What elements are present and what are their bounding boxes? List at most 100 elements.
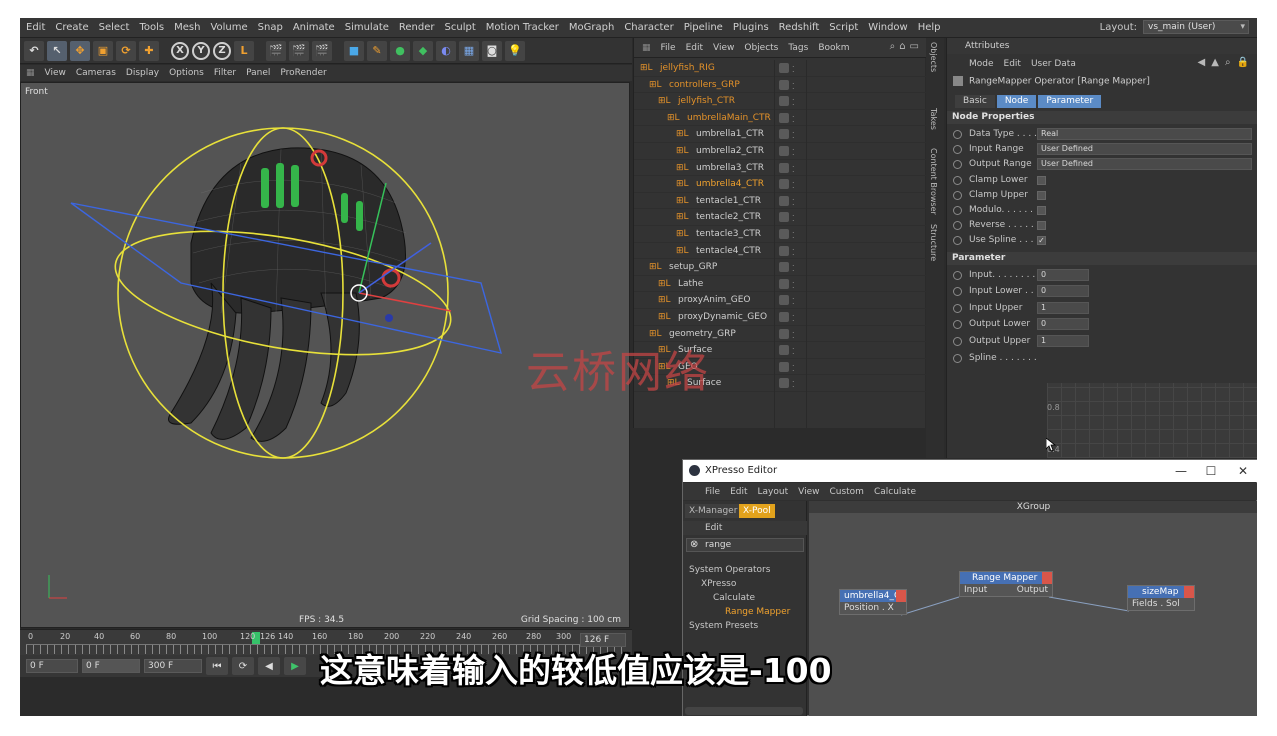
viewport-menu-display[interactable]: Display [126,68,159,78]
object-name[interactable]: jellyfish_RIG [660,60,715,77]
layer-toggle-icon[interactable] [779,245,789,256]
parameter-number-field[interactable]: 1 [1037,335,1089,347]
object-row[interactable]: ⊞L jellyfish_RIG ⁚ [634,60,926,77]
object-name[interactable]: umbrellaMain_CTR [687,110,771,127]
render-picture-viewer-icon[interactable]: 🎬 [289,40,309,61]
xpresso-menu-file[interactable]: File [705,487,720,497]
keyframe-radio-icon[interactable] [953,221,962,231]
om-menu-view[interactable]: View [713,43,734,53]
layer-toggle-icon[interactable] [779,228,789,239]
layer-toggle-icon[interactable] [779,162,789,173]
object-row[interactable]: ⊞L tentacle3_CTR ⁚ [634,226,926,243]
keyframe-radio-icon[interactable] [953,353,962,363]
side-tab-objects[interactable]: Objects [929,42,938,72]
object-row[interactable]: ⊞L umbrella2_CTR ⁚ [634,143,926,160]
object-name[interactable]: umbrella2_CTR [696,143,764,160]
property-checkbox[interactable] [1037,221,1046,231]
object-name[interactable]: jellyfish_CTR [678,93,735,110]
lock-icon[interactable]: 🔒 [1237,57,1249,68]
object-row[interactable]: ⊞L Lathe ⁚ [634,276,926,293]
render-view-icon[interactable]: 🎬 [266,40,286,61]
parameter-row[interactable]: Output Upper 1 [947,334,1257,349]
parameter-row[interactable]: Output Lower 0 [947,317,1257,332]
xgroup-canvas[interactable]: XGroup umbrella4_CTR Position . X Range … [809,501,1257,716]
menu-help[interactable]: Help [918,22,941,33]
xpresso-menu-view[interactable]: View [798,487,819,497]
start-frame-field[interactable]: 0 F [26,659,78,673]
parameter-number-field[interactable]: 0 [1037,285,1089,298]
tab-basic[interactable]: Basic [955,95,995,108]
keyframe-radio-icon[interactable] [953,320,962,330]
xpool-tree-item[interactable]: Range Mapper [689,605,807,619]
om-menu-file[interactable]: File [661,43,676,53]
tab-x-pool[interactable]: X-Pool [739,504,775,518]
layer-toggle-icon[interactable] [779,311,789,322]
light-icon[interactable]: 💡 [505,40,525,61]
menu-render[interactable]: Render [399,22,435,33]
select-tool-icon[interactable]: ↖ [47,40,67,61]
menu-tools[interactable]: Tools [139,22,164,33]
property-checkbox[interactable] [1037,206,1046,215]
menu-window[interactable]: Window [868,22,907,33]
object-name[interactable]: proxyDynamic_GEO [678,309,767,326]
property-row[interactable]: Reverse . . . . . [947,218,1257,233]
object-name[interactable]: proxyAnim_GEO [678,292,750,309]
menu-edit[interactable]: Edit [26,22,45,33]
port-position-x[interactable]: Position . X [844,602,894,614]
xpresso-menu-layout[interactable]: Layout [758,487,789,497]
deformer-icon[interactable]: ◐ [436,40,456,61]
maximize-icon[interactable]: ☐ [1196,460,1226,482]
object-row[interactable]: ⊞L setup_GRP ⁚ [634,259,926,276]
cloner-icon[interactable]: ◆ [413,40,433,61]
keyframe-radio-icon[interactable] [953,206,962,215]
layout-dropdown[interactable]: vs_main (User) [1143,20,1249,34]
keyframe-radio-icon[interactable] [953,145,962,155]
subdivision-icon[interactable]: ● [390,40,410,61]
parameter-number-field[interactable]: 0 [1037,268,1089,281]
object-row[interactable]: ⊞L proxyAnim_GEO ⁚ [634,292,926,309]
menu-select[interactable]: Select [99,22,130,33]
panel-grip-icon[interactable]: ▦ [642,43,651,53]
layer-toggle-icon[interactable] [779,262,789,273]
viewport-menu-panel[interactable]: Panel [246,68,270,78]
object-name[interactable]: setup_GRP [669,259,717,276]
node-range-mapper[interactable]: Range Mapper Input Output [959,571,1053,597]
x-axis-lock-icon[interactable]: X [171,41,189,60]
layer-toggle-icon[interactable] [779,345,789,356]
parameter-row[interactable]: Spline . . . . . . . [947,351,1257,366]
close-icon[interactable]: ✕ [1228,460,1257,482]
object-row[interactable]: ⊞L umbrella3_CTR ⁚ [634,160,926,177]
xpool-edit-menu[interactable]: Edit [683,521,807,535]
om-menu-tags[interactable]: Tags [788,43,808,53]
cube-icon[interactable]: ■ [344,40,364,61]
floor-icon[interactable]: ▦ [459,40,479,61]
keyframe-radio-icon[interactable] [953,175,962,185]
layer-toggle-icon[interactable] [779,278,789,289]
layout-selector[interactable]: Layout: vs_main (User) [1100,20,1249,34]
property-dropdown[interactable]: User Defined [1037,158,1252,171]
layer-toggle-icon[interactable] [779,112,789,123]
layer-toggle-icon[interactable] [779,179,789,190]
panel-grip-icon[interactable]: ▦ [26,68,35,78]
om-menu-bookm[interactable]: Bookm [818,43,849,53]
xpresso-menu-edit[interactable]: Edit [730,487,747,497]
menu-mograph[interactable]: MoGraph [569,22,614,33]
keyframe-radio-icon[interactable] [953,236,962,246]
layer-toggle-icon[interactable] [779,212,789,223]
loop-icon[interactable]: ⟳ [232,657,254,675]
layer-toggle-icon[interactable] [779,129,789,140]
object-name[interactable]: tentacle2_CTR [696,209,761,226]
node-umbrella4[interactable]: umbrella4_CTR Position . X [839,589,907,615]
menu-script[interactable]: Script [829,22,858,33]
viewport-menu-options[interactable]: Options [169,68,204,78]
z-axis-lock-icon[interactable]: Z [213,41,231,60]
side-tab-takes[interactable]: Takes [929,108,938,130]
object-row[interactable]: ⊞L umbrella1_CTR ⁚ [634,126,926,143]
xpresso-menu-calculate[interactable]: Calculate [874,487,916,497]
keyframe-radio-icon[interactable] [953,130,962,139]
attributes-menu-mode[interactable]: Mode [969,59,994,69]
menu-motion-tracker[interactable]: Motion Tracker [486,22,559,33]
scale-tool-icon[interactable]: ▣ [93,40,113,61]
parameter-row[interactable]: Input Upper 1 [947,301,1257,316]
object-name[interactable]: tentacle4_CTR [696,243,761,260]
